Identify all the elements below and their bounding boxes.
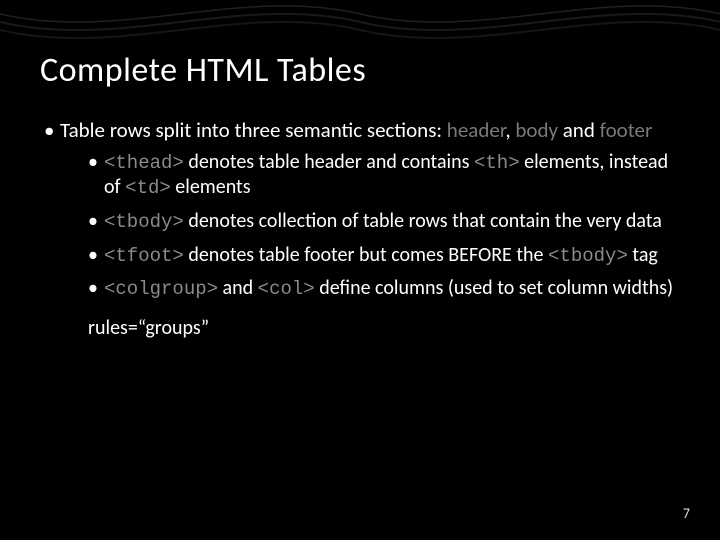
text-span: denotes table footer but comes BEFORE th… — [184, 243, 548, 267]
text-span: , — [505, 117, 515, 143]
text-span: elements — [171, 175, 251, 199]
page-number: 7 — [683, 505, 690, 522]
sub-bullet-item: <thead> denotes table header and contain… — [88, 150, 680, 201]
code-span: <tfoot> — [104, 245, 184, 267]
extra-note: rules=“groups” — [88, 316, 680, 340]
bullet-list: Table rows split into three semantic sec… — [44, 117, 680, 302]
code-span: <thead> — [104, 152, 184, 174]
text-span: define columns (used to set column width… — [315, 276, 673, 300]
text-span: and — [218, 276, 258, 300]
slide-title: Complete HTML Tables — [40, 50, 680, 91]
text-span: and — [558, 117, 600, 143]
sub-bullet-item: <colgroup> and <col> define columns (use… — [88, 276, 680, 302]
text-span: denotes table header and contains — [184, 150, 474, 174]
sub-bullet-item: <tfoot> denotes table footer but comes B… — [88, 243, 680, 269]
code-span: <tbody> — [104, 211, 184, 233]
text-span: Table rows split into three semantic sec… — [60, 117, 447, 143]
code-span: <colgroup> — [104, 278, 218, 300]
dim-span: header — [447, 117, 506, 143]
dim-span: body — [515, 117, 558, 143]
text-span: denotes collection of table rows that co… — [184, 209, 662, 233]
code-span: <td> — [125, 177, 171, 199]
sub-bullet-item: <tbody> denotes collection of table rows… — [88, 209, 680, 235]
dim-span: footer — [600, 117, 653, 143]
sub-bullet-list: <thead> denotes table header and contain… — [88, 150, 680, 302]
code-span: <tbody> — [548, 245, 628, 267]
code-span: <col> — [258, 278, 315, 300]
text-span: tag — [628, 243, 658, 267]
bullet-item: Table rows split into three semantic sec… — [44, 117, 680, 302]
code-span: <th> — [474, 152, 520, 174]
slide: Complete HTML Tables Table rows split in… — [0, 0, 720, 540]
